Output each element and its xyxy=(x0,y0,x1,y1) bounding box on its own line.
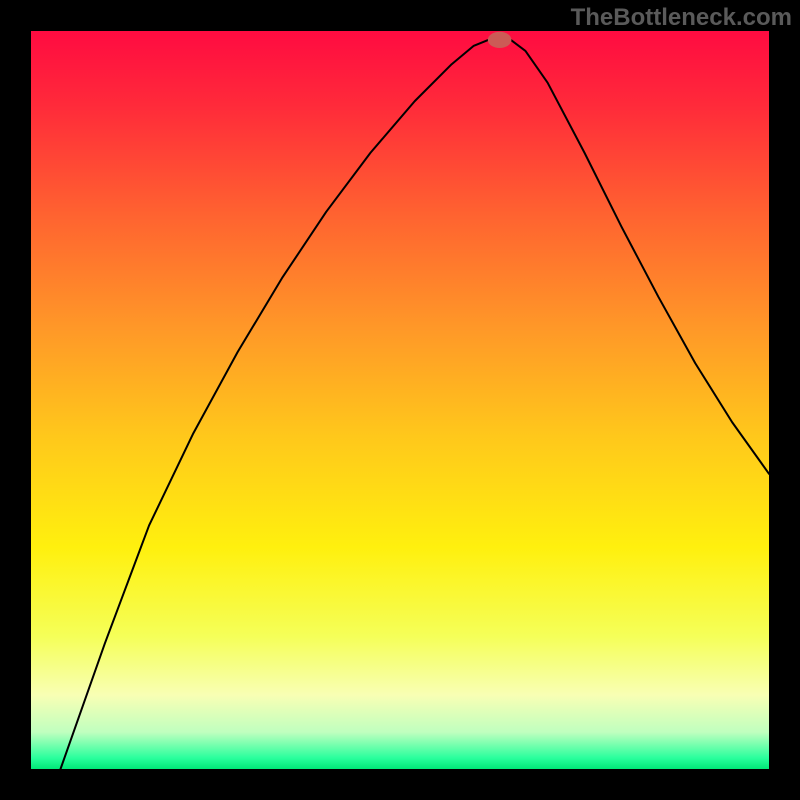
plot-background xyxy=(31,31,769,769)
optimal-marker xyxy=(488,32,512,48)
bottleneck-chart xyxy=(0,0,800,800)
chart-container: TheBottleneck.com xyxy=(0,0,800,800)
watermark-text: TheBottleneck.com xyxy=(571,4,792,32)
